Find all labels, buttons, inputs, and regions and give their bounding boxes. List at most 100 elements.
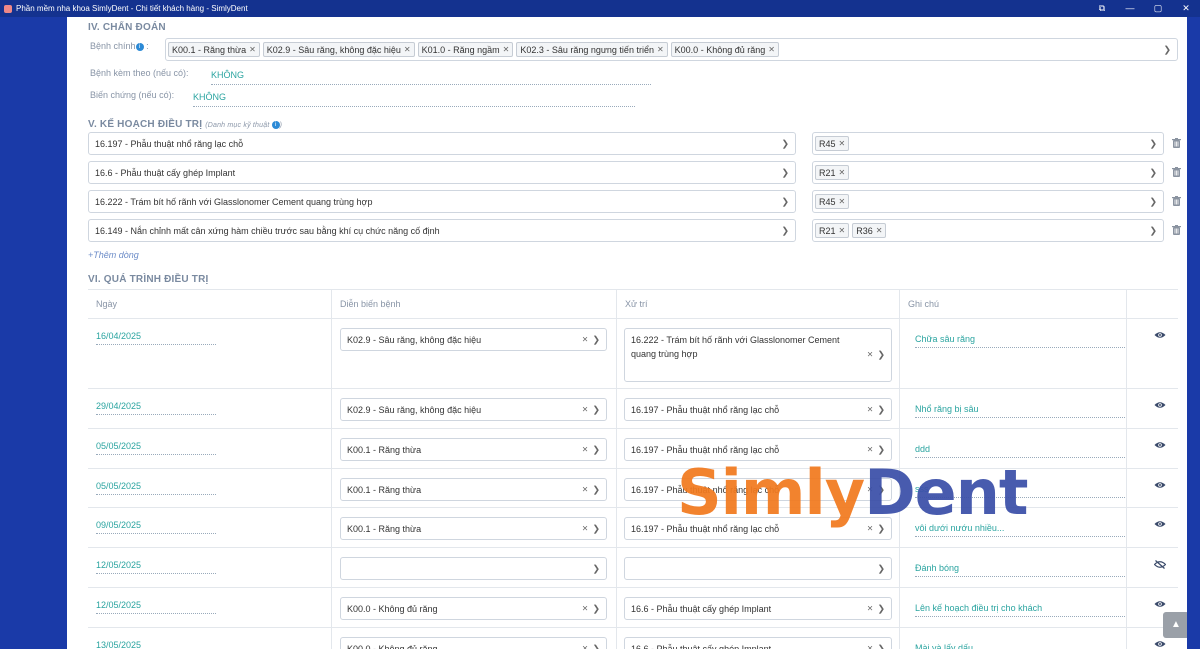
window-restore-icon[interactable]: ⧉ [1088, 0, 1116, 17]
eye-icon[interactable] [1154, 441, 1166, 452]
eye-icon[interactable] [1154, 640, 1166, 649]
chevron-down-icon[interactable]: ❯ [592, 484, 600, 495]
delete-row-icon[interactable] [1172, 225, 1181, 235]
window-maximize-button[interactable]: ▢ [1144, 0, 1172, 17]
date-input[interactable]: 05/05/2025 [96, 441, 216, 455]
note-input[interactable]: Chữa sâu răng [915, 334, 1125, 348]
progress-select[interactable]: ❯ [340, 557, 607, 580]
remove-tag-icon[interactable]: ✕ [839, 139, 846, 148]
delete-row-icon[interactable] [1172, 167, 1181, 177]
chevron-down-icon[interactable]: ❯ [877, 603, 885, 614]
chevron-down-icon[interactable]: ❯ [877, 350, 885, 361]
remove-tag-icon[interactable]: ✕ [839, 168, 846, 177]
plan-teeth-select[interactable]: R21 ✕ ❯ [812, 161, 1164, 184]
chevron-down-icon[interactable]: ❯ [592, 404, 600, 415]
note-input[interactable]: Đánh bóng [915, 563, 1125, 577]
complication-input[interactable]: KHÔNG [193, 92, 635, 107]
progress-select[interactable]: K02.9 - Sâu răng, không đặc hiệu × ❯ [340, 398, 607, 421]
treatment-select[interactable]: 16.222 - Trám bít hố rãnh với Glasslonom… [624, 328, 892, 382]
remove-tag-icon[interactable]: ✕ [839, 197, 846, 206]
clear-icon[interactable]: × [867, 444, 873, 455]
progress-select[interactable]: K00.0 - Không đủ răng × ❯ [340, 637, 607, 649]
chevron-down-icon[interactable]: ❯ [1163, 44, 1171, 55]
note-input[interactable]: Lên kế hoạch điều trị cho khách [915, 603, 1125, 617]
chevron-down-icon[interactable]: ❯ [877, 643, 885, 649]
date-input[interactable]: 13/05/2025 [96, 640, 216, 649]
progress-select[interactable]: K00.1 - Răng thừa × ❯ [340, 438, 607, 461]
info-icon[interactable]: i [271, 121, 280, 129]
eye-icon[interactable] [1154, 331, 1166, 342]
clear-icon[interactable]: × [582, 523, 588, 534]
remove-tag-icon[interactable]: ✕ [657, 45, 664, 54]
plan-procedure-select[interactable]: 16.6 - Phẫu thuật cấy ghép Implant ❯ [88, 161, 796, 184]
clear-icon[interactable]: × [582, 444, 588, 455]
chevron-down-icon[interactable]: ❯ [877, 404, 885, 415]
date-input[interactable]: 16/04/2025 [96, 331, 216, 345]
scroll-to-top-button[interactable]: ▲ [1163, 612, 1187, 638]
window-close-button[interactable]: ✕ [1172, 0, 1200, 17]
plan-teeth-select[interactable]: R45 ✕ ❯ [812, 190, 1164, 213]
primary-diagnosis-select[interactable]: K00.1 - Răng thừa ✕ K02.9 - Sâu răng, khôn… [165, 38, 1178, 61]
plan-teeth-select[interactable]: R45 ✕ ❯ [812, 132, 1164, 155]
date-input[interactable]: 05/05/2025 [96, 481, 216, 495]
progress-select[interactable]: K00.0 - Không đủ răng × ❯ [340, 597, 607, 620]
clear-icon[interactable]: × [867, 643, 873, 649]
remove-tag-icon[interactable]: ✕ [768, 45, 775, 54]
chevron-down-icon[interactable]: ❯ [781, 167, 789, 178]
remove-tag-icon[interactable]: ✕ [839, 226, 846, 235]
delete-row-icon[interactable] [1172, 196, 1181, 206]
chevron-down-icon[interactable]: ❯ [1149, 196, 1157, 207]
chevron-down-icon[interactable]: ❯ [781, 225, 789, 236]
plan-teeth-select[interactable]: R21 ✕ R36 ✕ ❯ [812, 219, 1164, 242]
plan-procedure-select[interactable]: 16.149 - Nắn chỉnh mất cân xứng hàm chiề… [88, 219, 796, 242]
info-icon[interactable]: i [135, 43, 144, 51]
chevron-down-icon[interactable]: ❯ [592, 334, 600, 345]
eye-icon[interactable] [1154, 481, 1166, 492]
note-input[interactable]: Mài và lấy dấu [915, 643, 1125, 649]
progress-select[interactable]: K00.1 - Răng thừa × ❯ [340, 478, 607, 501]
clear-icon[interactable]: × [582, 334, 588, 345]
chevron-down-icon[interactable]: ❯ [592, 603, 600, 614]
eye-icon[interactable] [1154, 600, 1166, 611]
remove-tag-icon[interactable]: ✕ [876, 226, 883, 235]
chevron-down-icon[interactable]: ❯ [781, 138, 789, 149]
chevron-down-icon[interactable]: ❯ [592, 523, 600, 534]
clear-icon[interactable]: × [582, 404, 588, 415]
remove-tag-icon[interactable]: ✕ [503, 45, 510, 54]
eye-icon[interactable] [1154, 520, 1166, 531]
date-input[interactable]: 12/05/2025 [96, 600, 216, 614]
note-input[interactable]: Nhổ răng bị sâu [915, 404, 1125, 418]
remove-tag-icon[interactable]: ✕ [404, 45, 411, 54]
chevron-down-icon[interactable]: ❯ [592, 444, 600, 455]
treatment-select[interactable]: 16.6 - Phẫu thuật cấy ghép Implant × ❯ [624, 637, 892, 649]
window-minimize-button[interactable]: — [1116, 0, 1144, 17]
clear-icon[interactable]: × [582, 643, 588, 649]
chevron-down-icon[interactable]: ❯ [1149, 138, 1157, 149]
clear-icon[interactable]: × [867, 350, 873, 361]
comorbid-input[interactable]: KHÔNG [211, 70, 651, 85]
date-input[interactable]: 29/04/2025 [96, 401, 216, 415]
date-input[interactable]: 12/05/2025 [96, 560, 216, 574]
clear-icon[interactable]: × [867, 404, 873, 415]
eye-off-icon[interactable] [1153, 560, 1167, 572]
remove-tag-icon[interactable]: ✕ [249, 45, 256, 54]
chevron-down-icon[interactable]: ❯ [1149, 225, 1157, 236]
clear-icon[interactable]: × [582, 603, 588, 614]
add-row-link[interactable]: +Thêm dòng [88, 250, 139, 260]
chevron-down-icon[interactable]: ❯ [877, 444, 885, 455]
chevron-down-icon[interactable]: ❯ [592, 563, 600, 574]
date-input[interactable]: 09/05/2025 [96, 520, 216, 534]
chevron-down-icon[interactable]: ❯ [592, 643, 600, 649]
delete-row-icon[interactable] [1172, 138, 1181, 148]
clear-icon[interactable]: × [582, 484, 588, 495]
eye-icon[interactable] [1154, 401, 1166, 412]
plan-procedure-select[interactable]: 16.197 - Phẫu thuật nhổ răng lạc chỗ ❯ [88, 132, 796, 155]
progress-select[interactable]: K00.1 - Răng thừa × ❯ [340, 517, 607, 540]
chevron-down-icon[interactable]: ❯ [1149, 167, 1157, 178]
plan-procedure-select[interactable]: 16.222 - Trám bít hố rãnh với Glasslonom… [88, 190, 796, 213]
treatment-select[interactable]: ❯ [624, 557, 892, 580]
chevron-down-icon[interactable]: ❯ [877, 563, 885, 574]
treatment-select[interactable]: 16.197 - Phẫu thuật nhổ răng lạc chỗ × ❯ [624, 398, 892, 421]
chevron-down-icon[interactable]: ❯ [781, 196, 789, 207]
treatment-select[interactable]: 16.6 - Phẫu thuật cấy ghép Implant × ❯ [624, 597, 892, 620]
